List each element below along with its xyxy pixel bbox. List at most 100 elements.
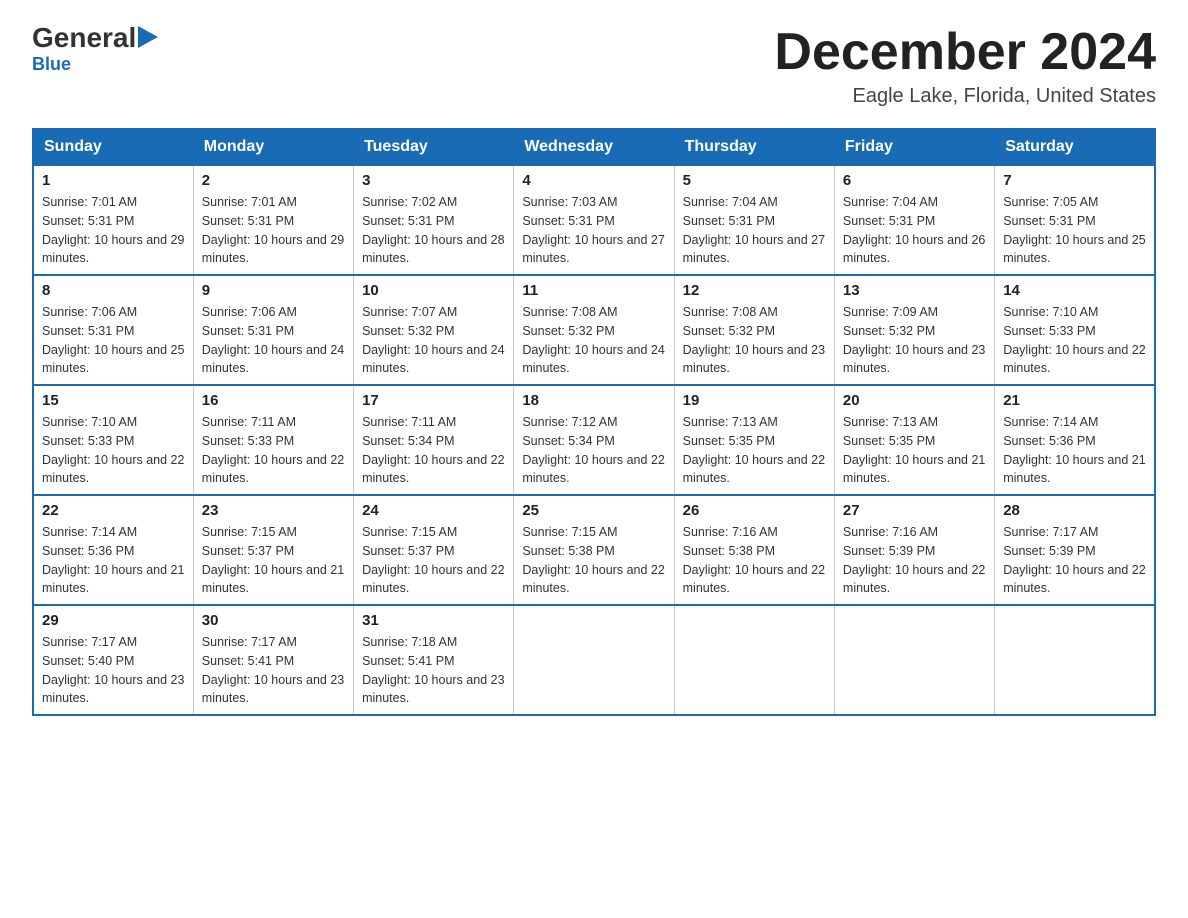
day-info: Sunrise: 7:08 AM Sunset: 5:32 PM Dayligh… xyxy=(683,303,826,378)
day-info: Sunrise: 7:06 AM Sunset: 5:31 PM Dayligh… xyxy=(42,303,185,378)
table-row: 12 Sunrise: 7:08 AM Sunset: 5:32 PM Dayl… xyxy=(674,275,834,385)
location-subtitle: Eagle Lake, Florida, United States xyxy=(774,85,1156,108)
table-row: 11 Sunrise: 7:08 AM Sunset: 5:32 PM Dayl… xyxy=(514,275,674,385)
logo-general-text: General xyxy=(32,24,136,52)
day-number: 19 xyxy=(683,392,826,409)
day-info: Sunrise: 7:12 AM Sunset: 5:34 PM Dayligh… xyxy=(522,413,665,488)
day-number: 16 xyxy=(202,392,345,409)
table-row: 3 Sunrise: 7:02 AM Sunset: 5:31 PM Dayli… xyxy=(354,165,514,275)
day-info: Sunrise: 7:04 AM Sunset: 5:31 PM Dayligh… xyxy=(843,193,986,268)
day-number: 6 xyxy=(843,172,986,189)
day-number: 1 xyxy=(42,172,185,189)
day-info: Sunrise: 7:13 AM Sunset: 5:35 PM Dayligh… xyxy=(843,413,986,488)
table-row: 29 Sunrise: 7:17 AM Sunset: 5:40 PM Dayl… xyxy=(33,605,193,715)
table-row: 6 Sunrise: 7:04 AM Sunset: 5:31 PM Dayli… xyxy=(834,165,994,275)
calendar-header-row: Sunday Monday Tuesday Wednesday Thursday… xyxy=(33,129,1155,165)
table-row: 31 Sunrise: 7:18 AM Sunset: 5:41 PM Dayl… xyxy=(354,605,514,715)
day-number: 9 xyxy=(202,282,345,299)
day-number: 18 xyxy=(522,392,665,409)
day-info: Sunrise: 7:15 AM Sunset: 5:37 PM Dayligh… xyxy=(202,523,345,598)
table-row: 9 Sunrise: 7:06 AM Sunset: 5:31 PM Dayli… xyxy=(193,275,353,385)
day-info: Sunrise: 7:17 AM Sunset: 5:41 PM Dayligh… xyxy=(202,633,345,708)
day-number: 26 xyxy=(683,502,826,519)
col-saturday: Saturday xyxy=(995,129,1155,165)
table-row: 17 Sunrise: 7:11 AM Sunset: 5:34 PM Dayl… xyxy=(354,385,514,495)
day-info: Sunrise: 7:11 AM Sunset: 5:34 PM Dayligh… xyxy=(362,413,505,488)
col-thursday: Thursday xyxy=(674,129,834,165)
day-number: 20 xyxy=(843,392,986,409)
table-row: 23 Sunrise: 7:15 AM Sunset: 5:37 PM Dayl… xyxy=(193,495,353,605)
table-row: 27 Sunrise: 7:16 AM Sunset: 5:39 PM Dayl… xyxy=(834,495,994,605)
day-number: 27 xyxy=(843,502,986,519)
day-number: 15 xyxy=(42,392,185,409)
table-row xyxy=(995,605,1155,715)
month-year-title: December 2024 xyxy=(774,24,1156,81)
day-info: Sunrise: 7:07 AM Sunset: 5:32 PM Dayligh… xyxy=(362,303,505,378)
table-row: 1 Sunrise: 7:01 AM Sunset: 5:31 PM Dayli… xyxy=(33,165,193,275)
day-number: 23 xyxy=(202,502,345,519)
col-sunday: Sunday xyxy=(33,129,193,165)
logo: General Blue xyxy=(32,24,158,75)
day-number: 11 xyxy=(522,282,665,299)
col-wednesday: Wednesday xyxy=(514,129,674,165)
table-row: 8 Sunrise: 7:06 AM Sunset: 5:31 PM Dayli… xyxy=(33,275,193,385)
day-info: Sunrise: 7:06 AM Sunset: 5:31 PM Dayligh… xyxy=(202,303,345,378)
day-number: 22 xyxy=(42,502,185,519)
day-info: Sunrise: 7:15 AM Sunset: 5:37 PM Dayligh… xyxy=(362,523,505,598)
logo-blue-text: Blue xyxy=(32,54,71,75)
day-info: Sunrise: 7:16 AM Sunset: 5:39 PM Dayligh… xyxy=(843,523,986,598)
day-number: 7 xyxy=(1003,172,1146,189)
calendar-week-row: 15 Sunrise: 7:10 AM Sunset: 5:33 PM Dayl… xyxy=(33,385,1155,495)
table-row xyxy=(514,605,674,715)
day-info: Sunrise: 7:08 AM Sunset: 5:32 PM Dayligh… xyxy=(522,303,665,378)
table-row: 18 Sunrise: 7:12 AM Sunset: 5:34 PM Dayl… xyxy=(514,385,674,495)
day-info: Sunrise: 7:04 AM Sunset: 5:31 PM Dayligh… xyxy=(683,193,826,268)
table-row: 15 Sunrise: 7:10 AM Sunset: 5:33 PM Dayl… xyxy=(33,385,193,495)
day-number: 13 xyxy=(843,282,986,299)
day-number: 25 xyxy=(522,502,665,519)
day-info: Sunrise: 7:10 AM Sunset: 5:33 PM Dayligh… xyxy=(42,413,185,488)
day-info: Sunrise: 7:17 AM Sunset: 5:39 PM Dayligh… xyxy=(1003,523,1146,598)
day-number: 3 xyxy=(362,172,505,189)
day-info: Sunrise: 7:03 AM Sunset: 5:31 PM Dayligh… xyxy=(522,193,665,268)
table-row: 20 Sunrise: 7:13 AM Sunset: 5:35 PM Dayl… xyxy=(834,385,994,495)
day-number: 5 xyxy=(683,172,826,189)
day-info: Sunrise: 7:05 AM Sunset: 5:31 PM Dayligh… xyxy=(1003,193,1146,268)
day-info: Sunrise: 7:11 AM Sunset: 5:33 PM Dayligh… xyxy=(202,413,345,488)
table-row xyxy=(674,605,834,715)
page-header: General Blue December 2024 Eagle Lake, F… xyxy=(32,24,1156,108)
table-row: 10 Sunrise: 7:07 AM Sunset: 5:32 PM Dayl… xyxy=(354,275,514,385)
table-row xyxy=(834,605,994,715)
day-info: Sunrise: 7:16 AM Sunset: 5:38 PM Dayligh… xyxy=(683,523,826,598)
calendar-week-row: 8 Sunrise: 7:06 AM Sunset: 5:31 PM Dayli… xyxy=(33,275,1155,385)
day-number: 28 xyxy=(1003,502,1146,519)
table-row: 30 Sunrise: 7:17 AM Sunset: 5:41 PM Dayl… xyxy=(193,605,353,715)
col-monday: Monday xyxy=(193,129,353,165)
day-number: 21 xyxy=(1003,392,1146,409)
calendar-week-row: 1 Sunrise: 7:01 AM Sunset: 5:31 PM Dayli… xyxy=(33,165,1155,275)
day-number: 14 xyxy=(1003,282,1146,299)
table-row: 28 Sunrise: 7:17 AM Sunset: 5:39 PM Dayl… xyxy=(995,495,1155,605)
day-number: 31 xyxy=(362,612,505,629)
day-info: Sunrise: 7:01 AM Sunset: 5:31 PM Dayligh… xyxy=(202,193,345,268)
table-row: 22 Sunrise: 7:14 AM Sunset: 5:36 PM Dayl… xyxy=(33,495,193,605)
day-number: 29 xyxy=(42,612,185,629)
table-row: 26 Sunrise: 7:16 AM Sunset: 5:38 PM Dayl… xyxy=(674,495,834,605)
col-tuesday: Tuesday xyxy=(354,129,514,165)
calendar-week-row: 29 Sunrise: 7:17 AM Sunset: 5:40 PM Dayl… xyxy=(33,605,1155,715)
day-info: Sunrise: 7:10 AM Sunset: 5:33 PM Dayligh… xyxy=(1003,303,1146,378)
table-row: 13 Sunrise: 7:09 AM Sunset: 5:32 PM Dayl… xyxy=(834,275,994,385)
table-row: 14 Sunrise: 7:10 AM Sunset: 5:33 PM Dayl… xyxy=(995,275,1155,385)
day-number: 4 xyxy=(522,172,665,189)
table-row: 21 Sunrise: 7:14 AM Sunset: 5:36 PM Dayl… xyxy=(995,385,1155,495)
table-row: 19 Sunrise: 7:13 AM Sunset: 5:35 PM Dayl… xyxy=(674,385,834,495)
day-number: 17 xyxy=(362,392,505,409)
calendar-week-row: 22 Sunrise: 7:14 AM Sunset: 5:36 PM Dayl… xyxy=(33,495,1155,605)
day-info: Sunrise: 7:18 AM Sunset: 5:41 PM Dayligh… xyxy=(362,633,505,708)
day-info: Sunrise: 7:09 AM Sunset: 5:32 PM Dayligh… xyxy=(843,303,986,378)
day-number: 30 xyxy=(202,612,345,629)
table-row: 4 Sunrise: 7:03 AM Sunset: 5:31 PM Dayli… xyxy=(514,165,674,275)
day-info: Sunrise: 7:14 AM Sunset: 5:36 PM Dayligh… xyxy=(42,523,185,598)
logo-triangle-icon xyxy=(138,26,158,48)
table-row: 24 Sunrise: 7:15 AM Sunset: 5:37 PM Dayl… xyxy=(354,495,514,605)
